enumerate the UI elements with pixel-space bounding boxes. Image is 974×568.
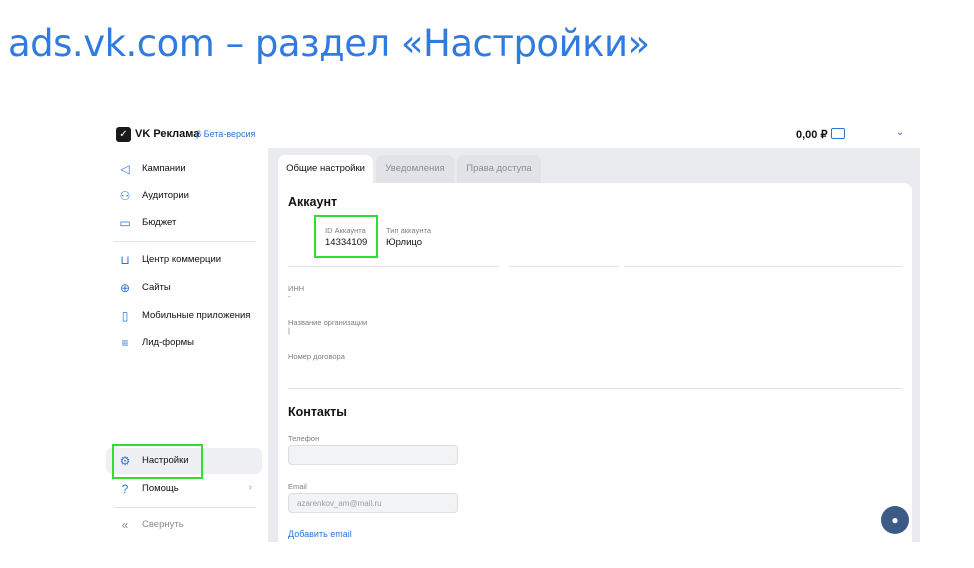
megaphone-icon: ◁ [120, 162, 130, 176]
org-name-label: Название организации [288, 318, 368, 327]
top-bar: ✓ VK Реклама β Бета-версия 0,00 ₽ ⌄ [100, 122, 920, 148]
question-icon: ? [121, 482, 129, 496]
form-icon: ≡ [121, 336, 129, 350]
brand-name[interactable]: VK Реклама [135, 128, 199, 140]
sidebar-item-campaigns[interactable]: ◁ Кампании [106, 156, 262, 182]
phone-icon: ▯ [121, 309, 129, 323]
globe-icon: ⊕ [119, 281, 131, 295]
phone-label: Телефон [288, 434, 320, 443]
sidebar-item-label: Мобильные приложения [142, 310, 251, 321]
email-label: Email [288, 482, 307, 491]
sidebar-item-commerce[interactable]: ⊔ Центр коммерции [106, 247, 262, 273]
account-heading: Аккаунт [288, 195, 338, 209]
collapse-label: Свернуть [142, 519, 184, 530]
sidebar-item-label: Кампании [142, 163, 186, 174]
sidebar-item-sites[interactable]: ⊕ Сайты [106, 275, 262, 301]
tab-access-rights[interactable]: Права доступа [457, 155, 541, 183]
org-name-value: | [288, 326, 290, 335]
beta-badge[interactable]: β Бета-версия [196, 129, 255, 139]
collapse-button[interactable]: « Свернуть [106, 512, 262, 538]
add-email-link[interactable]: Добавить email [288, 529, 352, 539]
email-value: azarenkov_am@mail.ru [297, 499, 382, 508]
sidebar-item-lead-forms[interactable]: ≡ Лид-формы [106, 330, 262, 356]
sidebar-item-label: Бюджет [142, 217, 177, 228]
wallet-icon: ▭ [119, 216, 131, 230]
sidebar-item-label: Сайты [142, 282, 171, 293]
divider [509, 266, 619, 267]
sidebar-item-label: Аудитории [142, 190, 189, 201]
balance-value: 0,00 ₽ [796, 129, 828, 141]
cart-icon: ⊔ [120, 253, 130, 267]
email-field[interactable]: azarenkov_am@mail.ru [288, 493, 458, 513]
sidebar-item-label: Помощь [142, 483, 179, 494]
sidebar: ◁ Кампании ⚇ Аудитории ▭ Бюджет ⊔ Центр … [100, 150, 268, 542]
slide-title: ads.vk.com – раздел «Настройки» [8, 22, 650, 65]
tab-notifications[interactable]: Уведомления [376, 155, 454, 183]
sidebar-item-audiences[interactable]: ⚇ Аудитории [106, 183, 262, 209]
phone-field[interactable] [288, 445, 458, 465]
collapse-icon: « [121, 518, 129, 532]
divider [288, 266, 499, 267]
sidebar-item-budget[interactable]: ▭ Бюджет [106, 210, 262, 236]
contract-number-label: Номер договора [288, 352, 345, 361]
wallet-icon[interactable] [831, 128, 845, 139]
sidebar-divider [114, 507, 256, 508]
sidebar-divider [114, 241, 256, 242]
inn-value: - [288, 292, 291, 301]
sidebar-item-help[interactable]: ? Помощь › [106, 476, 262, 502]
contacts-heading: Контакты [288, 405, 347, 419]
tab-general-settings[interactable]: Общие настройки [278, 155, 373, 183]
chevron-right-icon: › [248, 482, 252, 493]
sidebar-item-label: Центр коммерции [142, 254, 222, 265]
account-id-highlight [314, 215, 378, 258]
main-content: Общие настройки Уведомления Права доступ… [268, 148, 920, 542]
account-type-value: Юрлицо [386, 237, 423, 248]
settings-highlight [112, 444, 203, 479]
sidebar-item-label: Лид-формы [142, 337, 194, 348]
chevron-down-icon[interactable]: ⌄ [896, 127, 904, 138]
account-type-label: Тип аккаунта [386, 226, 431, 235]
sidebar-item-mobile-apps[interactable]: ▯ Мобильные приложения [106, 303, 262, 329]
users-icon: ⚇ [119, 189, 131, 203]
vk-ads-logo-icon[interactable]: ✓ [116, 127, 131, 142]
chat-bubble-icon[interactable]: ● [881, 506, 909, 534]
divider [288, 388, 902, 389]
divider [624, 266, 902, 267]
